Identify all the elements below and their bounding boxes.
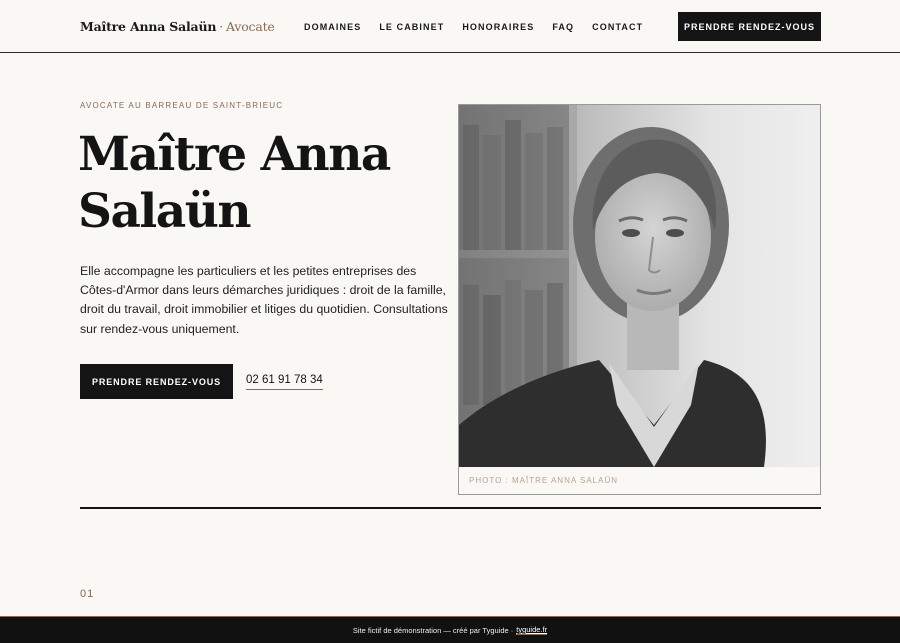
section-number: 01 bbox=[80, 588, 95, 600]
main-nav: DOMAINES LE CABINET HONORAIRES FAQ CONTA… bbox=[304, 22, 643, 32]
brand-logo[interactable]: Maître Anna Salaün · Avocate bbox=[80, 19, 275, 34]
footer-text: Site fictif de démonstration — créé par … bbox=[352, 625, 514, 635]
site-footer: Site fictif de démonstration — créé par … bbox=[0, 616, 900, 643]
hero-eyebrow: AVOCATE AU BARREAU DE SAINT-BRIEUC bbox=[80, 101, 284, 110]
hero-title-line2: Salaün bbox=[78, 184, 252, 239]
brand-name: Maître Anna Salaün bbox=[80, 19, 217, 34]
header-appointment-button[interactable]: PRENDRE RENDEZ-VOUS bbox=[678, 12, 821, 41]
nav-domaines[interactable]: DOMAINES bbox=[304, 22, 361, 32]
section-divider bbox=[80, 507, 821, 509]
hero-appointment-button[interactable]: PRENDRE RENDEZ-VOUS bbox=[80, 364, 233, 399]
portrait-caption: PHOTO : MAÎTRE ANNA SALAÜN bbox=[469, 476, 618, 485]
brand-separator: · bbox=[219, 19, 224, 34]
hero-title: Maître Anna Salaün bbox=[78, 126, 438, 240]
phone-link[interactable]: 02 61 91 78 34 bbox=[246, 374, 323, 390]
nav-honoraires[interactable]: HONORAIRES bbox=[462, 22, 534, 32]
portrait-card: PHOTO : MAÎTRE ANNA SALAÜN bbox=[458, 104, 821, 495]
brand-role: Avocate bbox=[226, 19, 275, 34]
nav-le-cabinet[interactable]: LE CABINET bbox=[379, 22, 444, 32]
footer-link[interactable]: tyguide.fr bbox=[516, 625, 548, 635]
portrait-photo bbox=[459, 105, 820, 467]
hero-description: Elle accompagne les particuliers et les … bbox=[80, 264, 448, 336]
site-header: Maître Anna Salaün · Avocate DOMAINES LE C… bbox=[0, 0, 900, 53]
nav-contact[interactable]: CONTACT bbox=[592, 22, 643, 32]
nav-faq[interactable]: FAQ bbox=[552, 22, 574, 32]
hero-title-line1: Maître Anna bbox=[78, 127, 391, 182]
